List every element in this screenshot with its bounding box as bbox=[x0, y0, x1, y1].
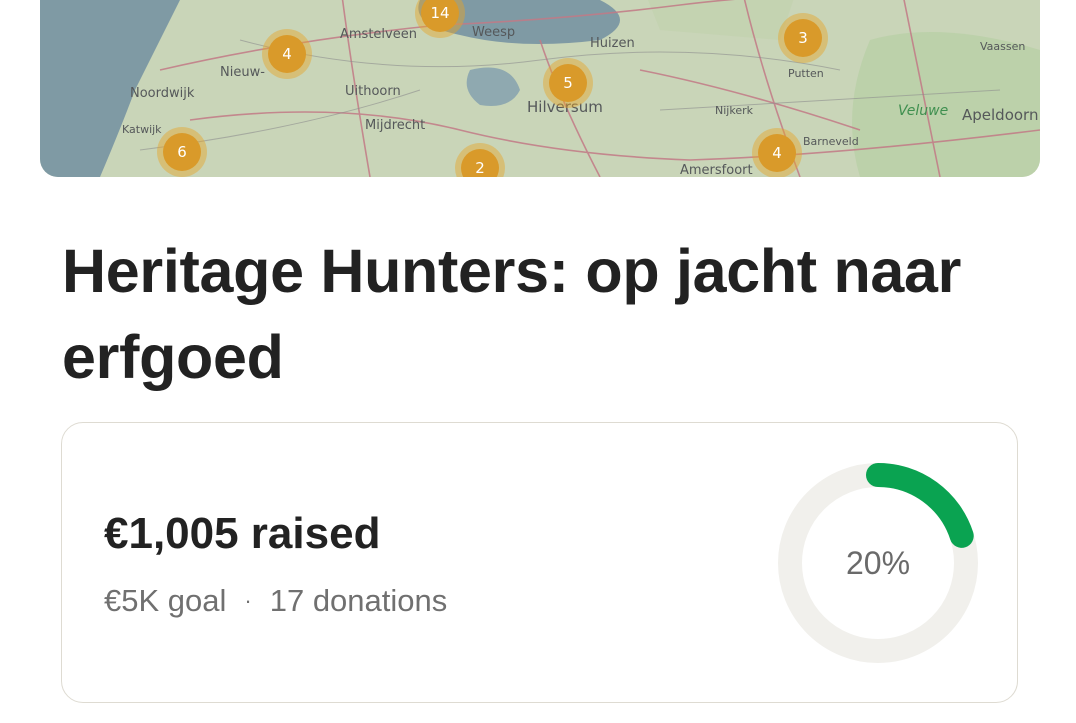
map-town-label: Vaassen bbox=[980, 40, 1026, 53]
separator: · bbox=[244, 588, 252, 613]
fundraising-progress-card[interactable]: €1,005 raised €5K goal · 17 donations 20… bbox=[61, 422, 1018, 703]
cluster-count: 6 bbox=[163, 133, 201, 171]
map-town-label: Barneveld bbox=[803, 135, 859, 148]
map-town-label: Uithoorn bbox=[345, 84, 401, 99]
project-map[interactable]: Noordwijk Katwijk Nieuw- Amstelveen Wees… bbox=[40, 0, 1040, 177]
goal-amount: €5K goal bbox=[104, 583, 227, 618]
map-town-label: Veluwe bbox=[898, 103, 949, 119]
cluster-count: 2 bbox=[461, 149, 499, 177]
map-cluster-marker[interactable]: 5 bbox=[543, 58, 593, 108]
project-title: Heritage Hunters: op jacht naar erfgoed bbox=[62, 237, 962, 391]
cluster-count: 3 bbox=[784, 19, 822, 57]
map-town-label: Noordwijk bbox=[130, 86, 195, 101]
map-cluster-marker[interactable]: 6 bbox=[157, 127, 207, 177]
map-town-label: Nieuw- bbox=[220, 65, 265, 80]
cluster-count: 4 bbox=[758, 134, 796, 172]
map-town-label: Katwijk bbox=[122, 123, 162, 136]
map-town-label: Apeldoorn bbox=[962, 106, 1039, 124]
map-town-label: Putten bbox=[788, 67, 824, 80]
map-town-label: Weesp bbox=[472, 25, 516, 40]
progress-percent: 20% bbox=[845, 544, 911, 581]
map-town-label: Mijdrecht bbox=[365, 118, 426, 133]
map-cluster-marker[interactable]: 4 bbox=[262, 29, 312, 79]
map-town-label: Amersfoort bbox=[680, 163, 753, 177]
cluster-count: 14 bbox=[421, 0, 459, 32]
fundraising-details: €5K goal · 17 donations bbox=[104, 583, 447, 619]
amount-raised: €1,005 raised bbox=[104, 509, 381, 558]
cluster-count: 5 bbox=[549, 64, 587, 102]
map-town-label: Nijkerk bbox=[715, 104, 753, 117]
map-cluster-marker[interactable]: 4 bbox=[752, 128, 802, 177]
cluster-count: 4 bbox=[268, 35, 306, 73]
map-town-label: Huizen bbox=[590, 36, 635, 51]
map-town-label: Amstelveen bbox=[340, 27, 417, 42]
map-cluster-marker[interactable]: 3 bbox=[778, 13, 828, 63]
donation-count: 17 donations bbox=[269, 583, 448, 618]
